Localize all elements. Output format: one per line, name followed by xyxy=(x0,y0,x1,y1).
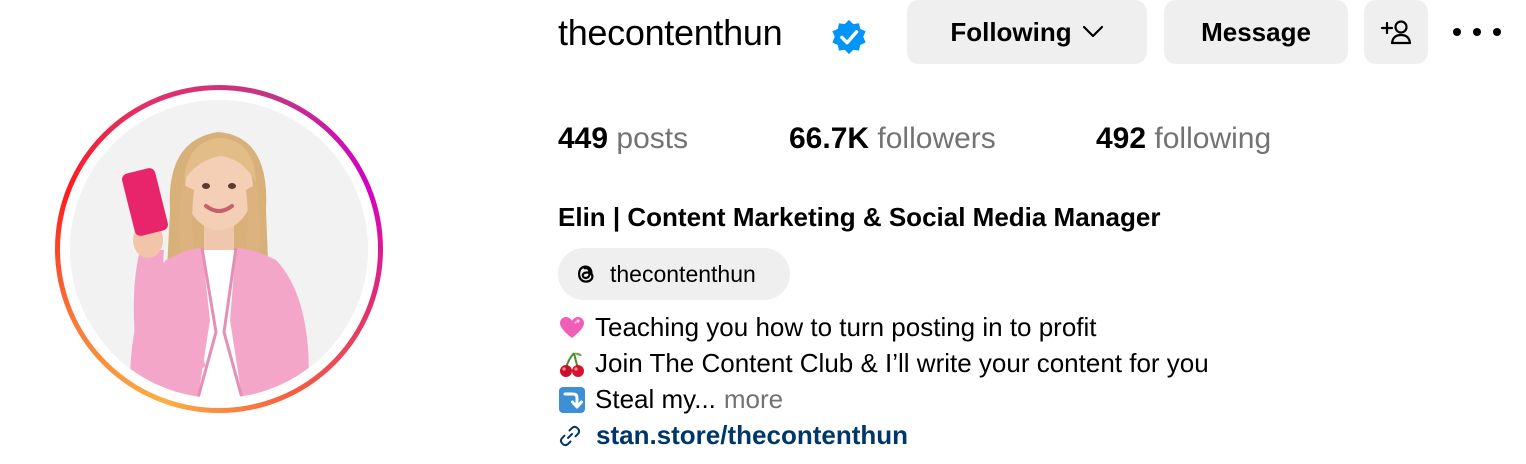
bio-line: Teaching you how to turn posting in to p… xyxy=(558,312,1097,343)
threads-icon xyxy=(577,265,594,283)
posts-stat: 449 posts xyxy=(558,122,688,156)
more-dot-icon xyxy=(1493,28,1501,36)
more-options-button[interactable] xyxy=(1453,18,1501,46)
more-dot-icon xyxy=(1473,28,1481,36)
external-link[interactable]: stan.store/thecontenthun xyxy=(558,420,908,451)
profile-full-name: Elin | Content Marketing & Social Media … xyxy=(558,202,1161,232)
bio-text: Join The Content Club & I’ll write your … xyxy=(595,348,1209,378)
suggested-accounts-button[interactable] xyxy=(1364,0,1428,64)
posts-count: 449 xyxy=(558,122,609,155)
threads-handle: thecontenthun xyxy=(610,260,756,287)
bio-text: Steal my... xyxy=(595,384,716,414)
story-ring-gap xyxy=(60,90,378,408)
message-button-label: Message xyxy=(1201,16,1311,47)
add-person-icon xyxy=(1380,20,1412,45)
followers-count: 66.7K xyxy=(789,122,870,155)
profile-avatar[interactable] xyxy=(70,100,368,398)
bio-line: Join The Content Club & I’ll write your … xyxy=(558,348,1209,379)
profile-stats: 449 posts 66.7K followers 492 following xyxy=(558,122,1458,162)
bio-text: Teaching you how to turn posting in to p… xyxy=(595,312,1097,342)
threads-badge[interactable]: thecontenthun xyxy=(558,248,790,300)
following-label: following xyxy=(1154,122,1272,155)
avatar-illustration xyxy=(70,100,368,398)
more-dot-icon xyxy=(1453,28,1461,36)
story-ring[interactable] xyxy=(55,85,383,413)
following-button-label: Following xyxy=(950,16,1072,47)
message-button[interactable]: Message xyxy=(1164,0,1348,64)
pink-heart-icon xyxy=(558,314,586,342)
verified-badge-icon xyxy=(832,19,866,55)
followers-label: followers xyxy=(877,122,996,155)
following-button[interactable]: Following xyxy=(907,0,1147,64)
posts-label: posts xyxy=(616,122,689,155)
bio-line: Steal my... more xyxy=(558,384,783,415)
following-stat[interactable]: 492 following xyxy=(1096,122,1271,156)
followers-stat[interactable]: 66.7K followers xyxy=(789,122,996,156)
link-icon xyxy=(559,425,581,446)
following-count: 492 xyxy=(1096,122,1147,155)
external-link-text: stan.store/thecontenthun xyxy=(596,420,909,450)
chevron-down-icon xyxy=(1082,25,1103,38)
down-right-arrow-icon xyxy=(558,386,586,414)
bio-more-link[interactable]: more xyxy=(724,384,783,415)
cherries-icon xyxy=(558,350,586,378)
profile-username: thecontenthun xyxy=(558,12,783,53)
